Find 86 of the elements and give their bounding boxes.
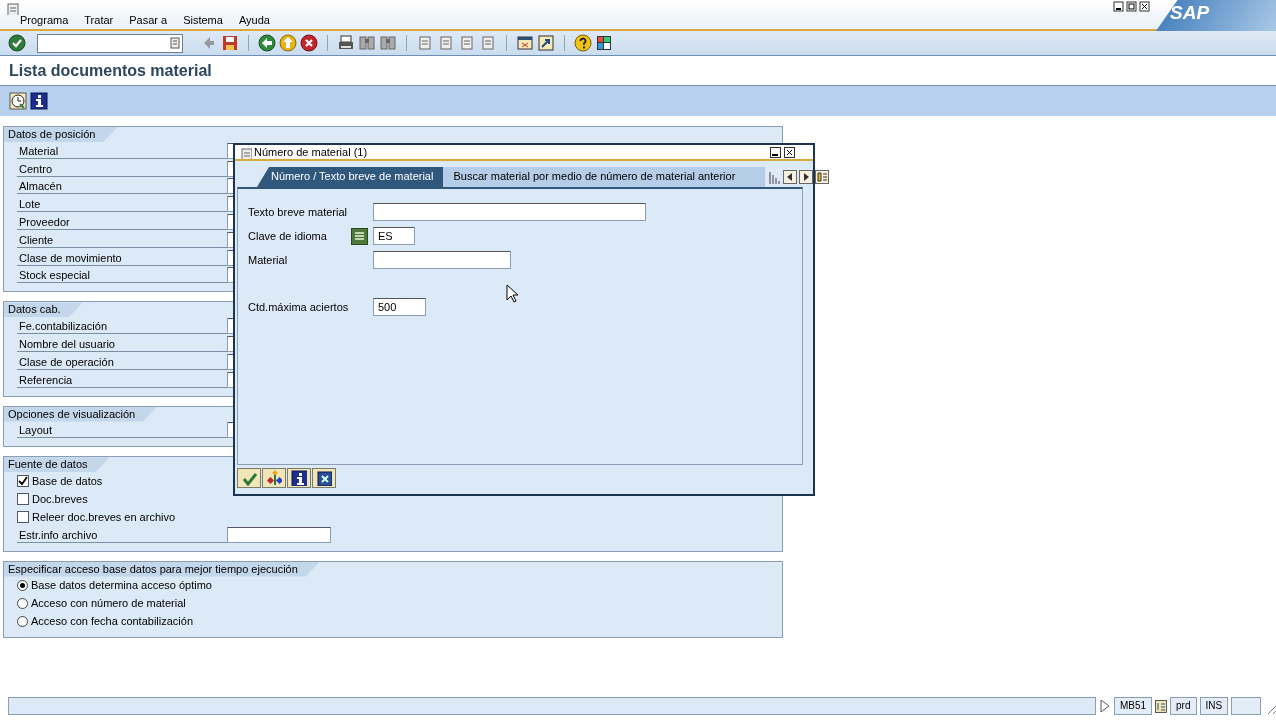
radio-label: Base datos determina acceso óptimo <box>31 579 212 592</box>
check-icon[interactable] <box>8 34 26 52</box>
cancel-icon[interactable] <box>300 34 318 52</box>
field-label: Nombre del usuario <box>17 336 227 353</box>
mouse-pointer-icon <box>506 284 519 303</box>
field-label: Fe.contabilización <box>17 318 227 335</box>
input-field[interactable]: ES <box>373 227 415 245</box>
window-icon <box>4 1 20 15</box>
minimize-icon[interactable] <box>1113 1 1124 12</box>
radio-button[interactable] <box>17 615 28 627</box>
group-title: Especificar acceso base datos para mejor tiempo ejecución <box>4 561 320 577</box>
info-icon[interactable] <box>30 92 48 110</box>
field-label: Texto breve material <box>248 206 349 218</box>
input-field[interactable] <box>373 251 511 269</box>
execute-clock-icon[interactable] <box>9 92 27 110</box>
checkbox[interactable] <box>17 475 29 488</box>
find-next-icon[interactable] <box>379 34 397 52</box>
save-icon[interactable] <box>221 34 239 52</box>
list-icon[interactable] <box>351 227 368 245</box>
group-title: Fuente de datos <box>4 457 110 473</box>
menu-item[interactable]: Ayuda <box>230 13 278 27</box>
checkbox[interactable] <box>17 493 29 506</box>
field-label: Cliente <box>17 231 227 248</box>
confirm-button[interactable] <box>237 468 261 488</box>
print-icon[interactable] <box>337 34 355 52</box>
radio-label: Acceso con fecha contabilización <box>31 615 194 628</box>
close-icon[interactable] <box>784 147 795 158</box>
field-label: Proveedor <box>17 214 227 231</box>
status-field <box>1231 697 1262 715</box>
window-icon <box>238 145 252 159</box>
tab[interactable]: Número / Texto breve de material <box>257 167 444 187</box>
field-label: Ctd.máxima aciertos <box>248 301 350 313</box>
maximize-icon[interactable] <box>1126 1 1137 12</box>
field-label: Referencia <box>17 371 227 388</box>
menu-item[interactable]: Tratar <box>76 13 122 27</box>
menu-item[interactable]: Sistema <box>175 13 231 27</box>
command-field[interactable] <box>37 33 183 53</box>
minimize-icon[interactable] <box>770 147 781 158</box>
group-title: Datos de posición <box>4 127 118 142</box>
find-icon[interactable] <box>358 34 376 52</box>
exit-icon[interactable] <box>279 34 297 52</box>
insert-mode: INS <box>1199 697 1229 715</box>
field-label: Clave de idioma <box>248 230 328 242</box>
info-button[interactable] <box>287 468 311 488</box>
shortcut-icon[interactable] <box>537 34 555 52</box>
field-label: Estr.info archivo <box>17 526 227 543</box>
system-info-icon[interactable] <box>1155 699 1168 713</box>
tab[interactable]: Buscar material por medio de número de material anterior <box>443 167 766 187</box>
field-label: Material <box>248 254 289 266</box>
field-label: Almacén <box>17 178 227 195</box>
checkbox[interactable] <box>17 510 29 523</box>
expand-icon[interactable] <box>1099 698 1111 714</box>
group-title: Datos cab. <box>4 302 83 318</box>
field-label: Lote <box>17 196 227 213</box>
transaction-code: MB51 <box>1113 697 1153 715</box>
field-label: Centro <box>17 160 227 177</box>
radio-label: Acceso con número de material <box>31 597 186 610</box>
hierarchy-button[interactable] <box>262 468 286 488</box>
group-title: Opciones de visualización <box>4 406 158 422</box>
scroll-left-icon[interactable] <box>783 170 798 184</box>
dropdown-icon[interactable] <box>170 37 180 49</box>
input-field[interactable] <box>227 526 331 543</box>
system-name: prd <box>1170 697 1197 715</box>
input-field[interactable] <box>373 203 646 221</box>
menu-item[interactable]: Pasar a <box>121 13 176 27</box>
help-icon[interactable] <box>574 34 592 52</box>
field-label: Layout <box>17 422 227 439</box>
tab-menu-icon[interactable] <box>815 170 830 184</box>
checkbox-label: Releer doc.breves en archivo <box>32 510 176 523</box>
field-label: Material <box>17 142 227 159</box>
dialog-title: Número de material (1) <box>254 146 368 158</box>
cancel-button[interactable] <box>312 468 336 488</box>
close-icon[interactable] <box>1139 1 1150 12</box>
radio-button[interactable] <box>17 579 28 591</box>
field-label: Clase de movimiento <box>17 249 227 266</box>
scroll-right-icon[interactable] <box>799 170 814 184</box>
field-label: Clase de operación <box>17 353 227 370</box>
checkbox-label: Doc.breves <box>32 493 88 506</box>
radio-button[interactable] <box>17 597 28 609</box>
menu-item[interactable]: Programa <box>12 13 77 27</box>
layout-icon[interactable] <box>595 34 613 52</box>
sap-logo: SAP <box>1156 0 1276 31</box>
back-icon[interactable] <box>258 34 276 52</box>
checkbox-label: Base de datos <box>32 475 103 488</box>
input-field[interactable]: 500 <box>373 298 426 316</box>
field-label: Stock especial <box>17 267 227 284</box>
